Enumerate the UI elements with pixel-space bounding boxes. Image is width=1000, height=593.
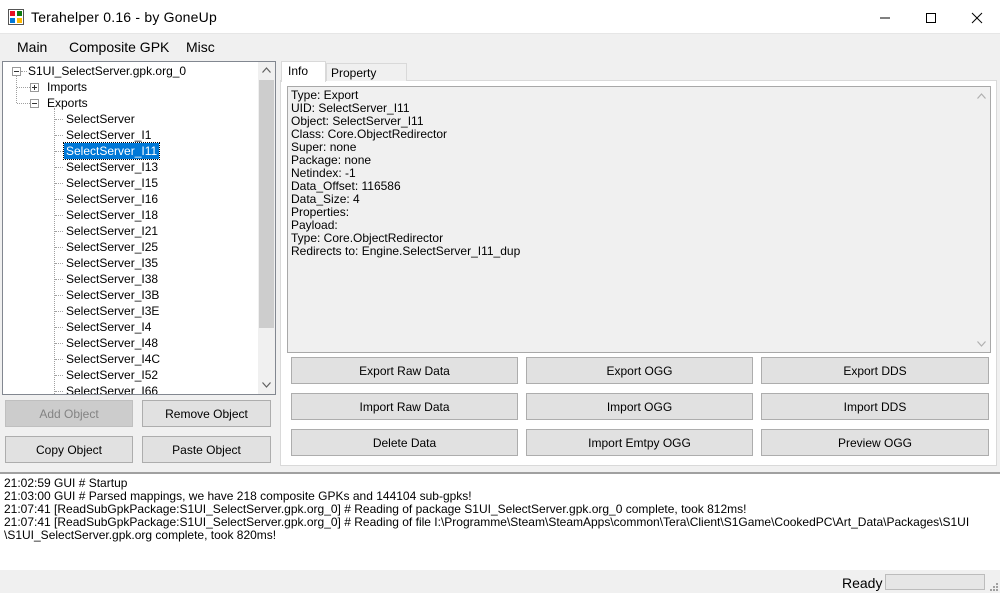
tree-export-item[interactable]: SelectServer_I4C	[66, 351, 160, 367]
tree-scrollbar[interactable]	[258, 62, 275, 394]
tab-property-details[interactable]: Property Details	[326, 63, 407, 98]
tree-export-item[interactable]: SelectServer_I4	[66, 319, 151, 335]
progress-bar	[885, 574, 985, 590]
minimize-button[interactable]	[862, 0, 908, 34]
close-icon	[971, 12, 983, 24]
tree-connector	[55, 215, 63, 216]
close-button[interactable]	[954, 0, 1000, 34]
tree-connector	[55, 231, 63, 232]
minimize-icon	[880, 17, 890, 19]
menu-bar: Main Composite GPK Misc	[0, 34, 1000, 60]
tree-connector	[17, 87, 30, 88]
export-dds-button[interactable]: Export DDS	[761, 357, 989, 384]
scrollbar-thumb[interactable]	[259, 80, 274, 328]
export-raw-data-button[interactable]: Export Raw Data	[291, 357, 518, 384]
tree-connector	[55, 151, 63, 152]
collapse-root-icon[interactable]	[12, 67, 21, 76]
tree-export-item[interactable]: SelectServer_I38	[66, 271, 158, 287]
log-textbox[interactable]: 21:02:59 GUI # Startup 21:03:00 GUI # Par…	[0, 472, 1000, 570]
tree-connector	[55, 375, 63, 376]
tree-connector	[55, 359, 63, 360]
copy-object-button[interactable]: Copy Object	[5, 436, 133, 463]
title-bar: Terahelper 0.16 - by GoneUp	[0, 0, 1000, 34]
tree-export-item-selected[interactable]: SelectServer_I11	[62, 142, 161, 160]
status-bar: Ready	[0, 570, 1000, 593]
chevron-down-icon	[262, 382, 271, 388]
app-icon	[8, 9, 24, 25]
menu-misc[interactable]: Misc	[186, 39, 215, 55]
menu-main[interactable]: Main	[17, 39, 47, 55]
tree-connector	[55, 135, 63, 136]
chevron-down-icon	[977, 341, 986, 347]
scroll-up-button[interactable]	[258, 62, 275, 79]
tree-imports[interactable]: Imports	[47, 79, 87, 95]
tree-export-item[interactable]: SelectServer_I48	[66, 335, 158, 351]
collapse-exports-icon[interactable]	[30, 99, 39, 108]
tree-export-item[interactable]: SelectServer_I35	[66, 255, 158, 271]
tree-export-item[interactable]: SelectServer_I3B	[66, 287, 159, 303]
tree-export-item[interactable]: SelectServer_I52	[66, 367, 158, 383]
export-ogg-button[interactable]: Export OGG	[526, 357, 753, 384]
preview-ogg-button[interactable]: Preview OGG	[761, 429, 989, 456]
tree-export-item[interactable]: SelectServer_I3E	[66, 303, 159, 319]
tree-connector	[55, 167, 63, 168]
tree-export-item[interactable]: SelectServer_I21	[66, 223, 158, 239]
info-line: Redirects to: Engine.SelectServer_I11_du…	[291, 244, 521, 258]
tree-connector	[55, 183, 63, 184]
object-tree[interactable]: S1UI_SelectServer.gpk.org_0 Imports Expo…	[2, 61, 276, 395]
window-title: Terahelper 0.16 - by GoneUp	[31, 9, 217, 25]
delete-data-button[interactable]: Delete Data	[291, 429, 518, 456]
tree-connector	[55, 199, 63, 200]
import-empty-ogg-button[interactable]: Import Emtpy OGG	[526, 429, 753, 456]
tree-connector	[55, 263, 63, 264]
tree-root[interactable]: S1UI_SelectServer.gpk.org_0	[28, 63, 186, 79]
tab-info[interactable]: Info	[281, 61, 326, 82]
info-textbox[interactable]: Type: Export UID: SelectServer_I11 Object:…	[287, 86, 991, 353]
tree-connector	[16, 76, 17, 103]
info-scrollbar[interactable]	[973, 87, 990, 352]
tree-export-item[interactable]: SelectServer_I15	[66, 175, 158, 191]
tree-connector	[55, 391, 63, 392]
resize-grip-icon[interactable]	[988, 581, 998, 591]
tree-export-item[interactable]: SelectServer_I18	[66, 207, 158, 223]
tree-connector	[21, 71, 27, 72]
tree-connector	[55, 327, 63, 328]
chevron-up-icon	[262, 67, 271, 73]
tree-connector	[55, 295, 63, 296]
tree-export-item[interactable]: SelectServer	[66, 111, 135, 127]
tree-connector	[17, 103, 30, 104]
tree-connector	[55, 343, 63, 344]
import-ogg-button[interactable]: Import OGG	[526, 393, 753, 420]
tree-connector	[55, 247, 63, 248]
expand-imports-icon[interactable]	[30, 83, 39, 92]
remove-object-button[interactable]: Remove Object	[142, 400, 271, 427]
chevron-up-icon	[977, 93, 986, 99]
tree-connector	[55, 279, 63, 280]
tree-connector	[55, 311, 63, 312]
tree-connector	[55, 119, 63, 120]
paste-object-button[interactable]: Paste Object	[142, 436, 271, 463]
add-object-button[interactable]: Add Object	[5, 400, 133, 427]
status-text: Ready	[842, 575, 883, 591]
scroll-down-button[interactable]	[258, 377, 275, 394]
maximize-button[interactable]	[908, 0, 954, 34]
menu-composite-gpk[interactable]: Composite GPK	[69, 39, 169, 55]
import-raw-data-button[interactable]: Import Raw Data	[291, 393, 518, 420]
tree-export-item[interactable]: SelectServer_I25	[66, 239, 158, 255]
import-dds-button[interactable]: Import DDS	[761, 393, 989, 420]
tree-export-item[interactable]: SelectServer_I1	[66, 127, 151, 143]
tree-export-item[interactable]: SelectServer_I16	[66, 191, 158, 207]
tree-export-item[interactable]: SelectServer_I66	[66, 383, 158, 394]
tree-export-item[interactable]: SelectServer_I13	[66, 159, 158, 175]
maximize-icon	[926, 13, 936, 23]
log-line: \S1UI_SelectServer.gpk.org complete, too…	[4, 528, 277, 542]
